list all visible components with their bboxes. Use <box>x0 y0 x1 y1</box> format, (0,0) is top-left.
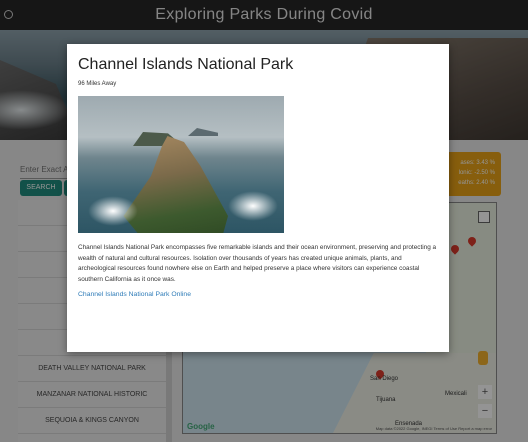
park-distance: 96 Miles Away <box>78 81 117 87</box>
park-detail-modal: Channel Islands National Park 96 Miles A… <box>67 44 449 352</box>
park-description: Channel Islands National Park encompasse… <box>78 244 437 283</box>
modal-title: Channel Islands National Park <box>78 56 294 73</box>
park-photo <box>78 96 284 233</box>
park-website-link[interactable]: Channel Islands National Park Online <box>78 291 191 298</box>
